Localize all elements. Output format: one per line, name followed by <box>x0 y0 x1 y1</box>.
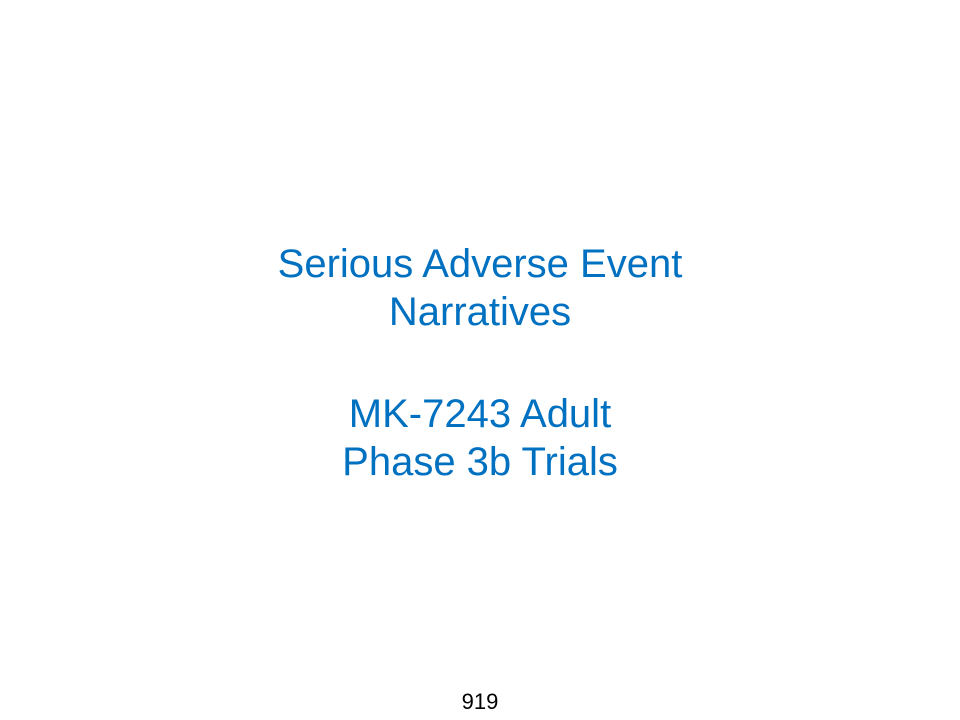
slide-subtitle: MK-7243 Adult Phase 3b Trials <box>0 390 960 486</box>
title-line-2: Narratives <box>388 290 572 334</box>
page-number: 919 <box>461 689 499 714</box>
slide-title: Serious Adverse Event Narratives <box>0 240 960 336</box>
title-line-1: Serious Adverse Event <box>277 242 683 286</box>
subtitle-line-1: MK-7243 Adult <box>348 392 612 436</box>
subtitle-line-2: Phase 3b Trials <box>342 440 618 484</box>
slide: Serious Adverse Event Narratives MK-7243… <box>0 0 960 720</box>
